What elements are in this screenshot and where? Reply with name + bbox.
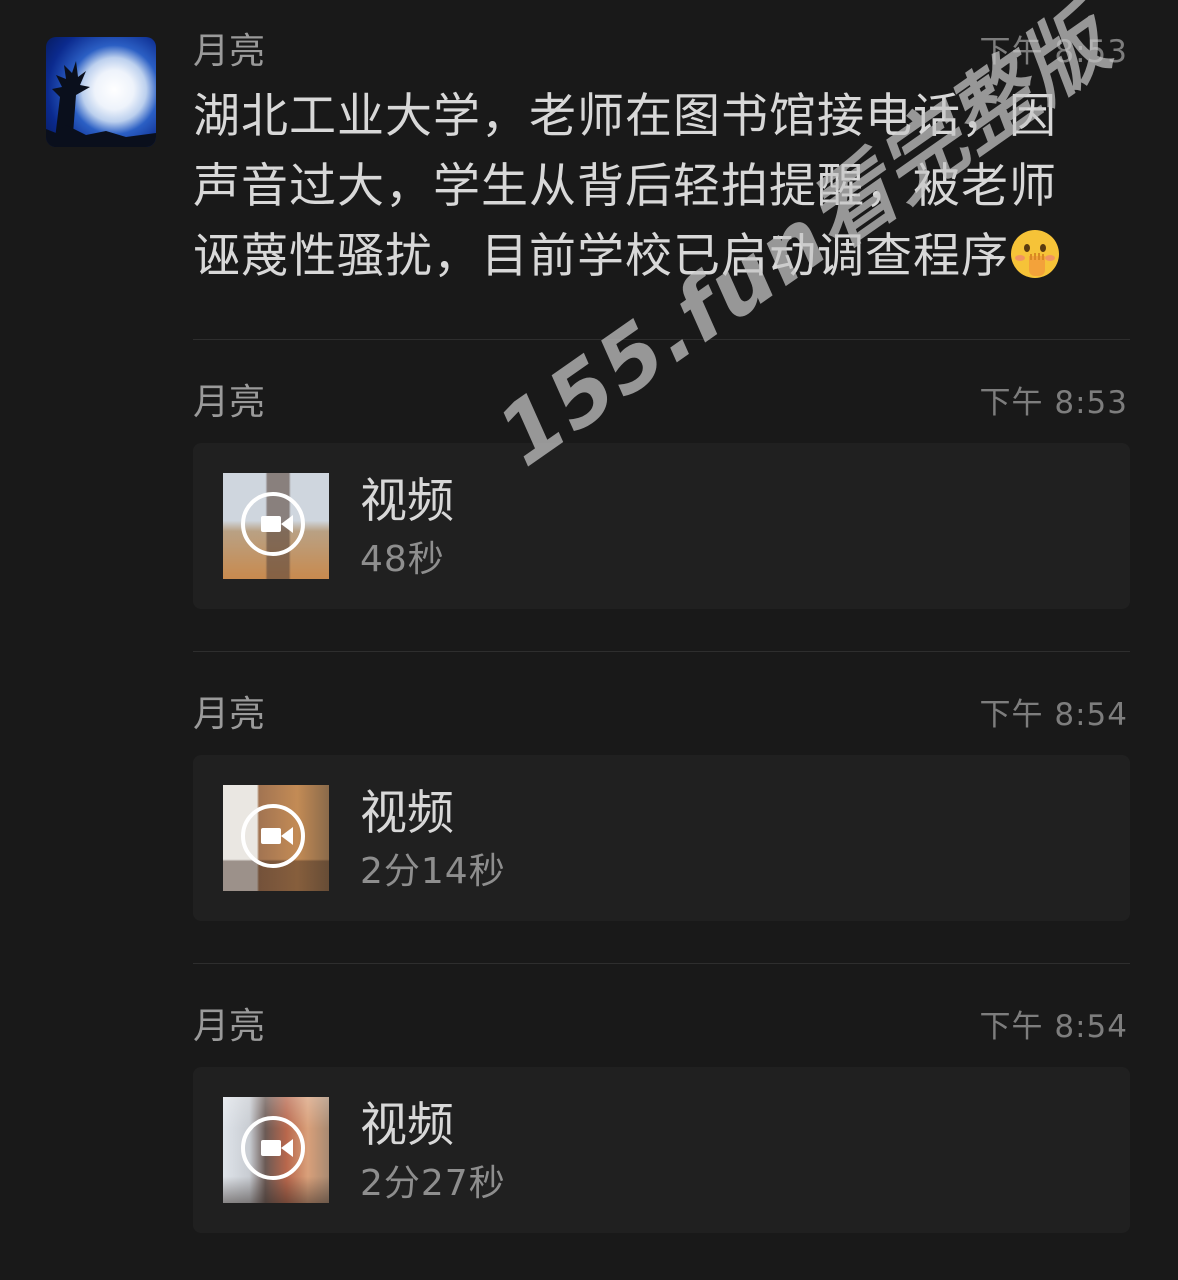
video-duration: 48秒 (360, 539, 445, 580)
video-label: 视频 (360, 474, 454, 529)
message-divider (193, 963, 1130, 964)
sender-name: 月亮 (193, 31, 266, 72)
hand-over-mouth-emoji (1009, 228, 1061, 280)
video-duration: 2分14秒 (360, 851, 506, 892)
message-text[interactable]: 月亮 下午 8:53 湖北工业大学，老师在图书馆接电话，因声音过大，学生从背后轻… (193, 30, 1130, 320)
message-video[interactable]: 月亮 下午 8:54 视频 2分14秒 (193, 693, 1130, 923)
video-thumbnail[interactable] (223, 1097, 329, 1203)
message-divider (193, 339, 1130, 340)
video-card[interactable]: 视频 2分27秒 (193, 1067, 1130, 1233)
sender-name: 月亮 (193, 694, 266, 735)
sender-name: 月亮 (193, 1006, 266, 1047)
message-time: 下午 8:54 (979, 697, 1128, 733)
video-card[interactable]: 视频 2分14秒 (193, 755, 1130, 921)
video-label: 视频 (360, 1098, 454, 1153)
message-video[interactable]: 月亮 下午 8:54 视频 2分27秒 (193, 1005, 1130, 1235)
sender-name: 月亮 (193, 382, 266, 423)
video-camera-icon (241, 1116, 305, 1180)
video-thumbnail[interactable] (223, 785, 329, 891)
message-time: 下午 8:53 (979, 385, 1128, 421)
video-thumbnail[interactable] (223, 473, 329, 579)
message-body-text: 湖北工业大学，老师在图书馆接电话，因声音过大，学生从背后轻拍提醒，被老师诬蔑性骚… (193, 89, 1057, 284)
message-video[interactable]: 月亮 下午 8:53 视频 48秒 (193, 381, 1130, 611)
video-card[interactable]: 视频 48秒 (193, 443, 1130, 609)
video-label: 视频 (360, 786, 454, 841)
video-camera-icon (241, 492, 305, 556)
tree-silhouette (46, 61, 156, 147)
message-divider (193, 651, 1130, 652)
message-time: 下午 8:53 (979, 34, 1128, 70)
message-body[interactable]: 湖北工业大学，老师在图书馆接电话，因声音过大，学生从背后轻拍提醒，被老师诬蔑性骚… (193, 82, 1093, 292)
message-time: 下午 8:54 (979, 1009, 1128, 1045)
sender-avatar[interactable] (46, 37, 156, 147)
video-camera-icon (241, 804, 305, 868)
video-duration: 2分27秒 (360, 1163, 506, 1204)
